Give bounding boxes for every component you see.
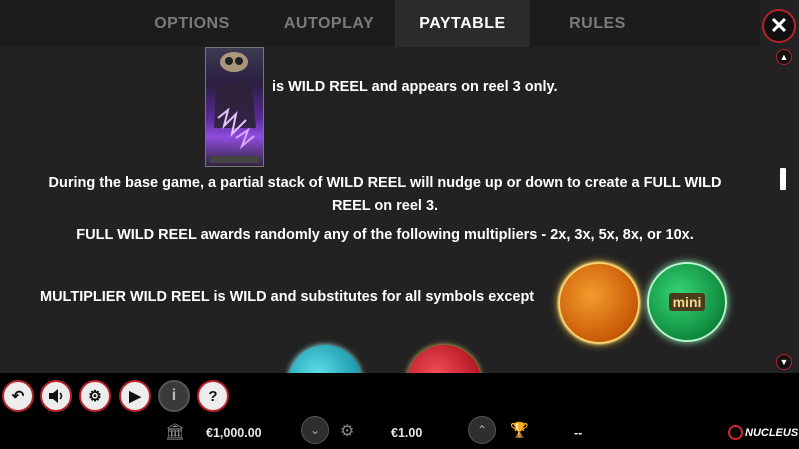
paytable-content: is WILD REEL and appears on reel 3 only.… [0, 47, 770, 373]
brand-name: NUCLEUS [745, 426, 799, 439]
brand-logo: NUCLEUS [728, 425, 798, 440]
orange-coin-symbol [558, 262, 640, 344]
help-button[interactable]: ? [197, 380, 229, 412]
back-arrow-icon: ↶ [11, 388, 25, 405]
wild-reel-art [210, 52, 259, 163]
play-button[interactable]: ▶ [119, 380, 151, 412]
close-icon: ✕ [769, 13, 789, 38]
question-icon: ? [208, 387, 218, 405]
gear-icon: ⚙ [340, 423, 355, 440]
nudge-rule-line2: REEL on reel 3. [331, 198, 439, 214]
multiplier-wild-text: MULTIPLIER WILD REEL is WILD and substit… [40, 289, 535, 305]
paytable-scrollbar[interactable]: ▲ ▼ [774, 47, 796, 373]
speaker-icon [49, 389, 63, 403]
red-coin-symbol [407, 345, 481, 373]
info-button[interactable]: i [158, 380, 190, 412]
nucleus-logo-icon [728, 425, 743, 440]
scroll-down-button[interactable]: ▼ [776, 354, 792, 370]
bet-decrease-button[interactable]: ⌄ [301, 416, 329, 444]
teal-coin-symbol [288, 345, 362, 373]
back-button[interactable]: ↶ [2, 380, 34, 412]
play-icon: ▶ [129, 388, 141, 405]
tab-autoplay[interactable]: AUTOPLAY [264, 0, 394, 47]
settings-button[interactable]: ⚙ [79, 380, 111, 412]
gear-icon: ⚙ [88, 388, 102, 405]
tab-paytable[interactable]: PAYTABLE [395, 0, 530, 47]
chevron-up-icon: ▲ [779, 52, 789, 62]
tab-bar: OPTIONS AUTOPLAY PAYTABLE RULES [0, 0, 760, 47]
scroll-up-button[interactable]: ▲ [776, 49, 792, 65]
chevron-down-icon: ⌄ [309, 423, 321, 437]
info-icon: i [171, 387, 177, 404]
win-value: -- [574, 426, 583, 440]
trophy-icon: 🏆 [510, 422, 529, 439]
multiplier-rule: FULL WILD REEL awards randomly any of th… [76, 227, 694, 243]
bet-increase-button[interactable]: ⌃ [468, 416, 496, 444]
bet-value: €1.00 [391, 426, 423, 440]
tab-options[interactable]: OPTIONS [132, 0, 252, 47]
mini-label: mini [668, 293, 706, 311]
wild-reel-description: is WILD REEL and appears on reel 3 only. [272, 79, 558, 95]
balance-value: €1,000.00 [206, 426, 262, 440]
nudge-rule-line1: During the base game, a partial stack of… [48, 175, 722, 191]
chevron-up-icon: ⌃ [476, 423, 488, 437]
green-mini-coin-symbol: mini [647, 262, 727, 342]
sound-button[interactable] [40, 380, 72, 412]
scroll-thumb[interactable] [780, 168, 786, 190]
chevron-down-icon: ▼ [779, 357, 789, 367]
bank-icon: 🏛 [165, 424, 186, 441]
close-button[interactable]: ✕ [762, 9, 796, 43]
tab-rules[interactable]: RULES [540, 0, 655, 47]
wild-reel-symbol [205, 47, 264, 167]
